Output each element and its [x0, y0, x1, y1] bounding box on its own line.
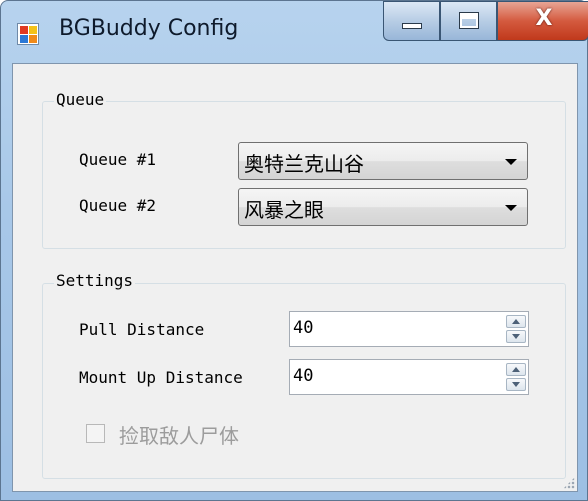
decrement-button[interactable]	[506, 378, 526, 391]
pull-distance-value: 40	[293, 318, 314, 338]
decrement-button[interactable]	[506, 330, 526, 343]
queue2-selected-value: 风暴之眼	[244, 198, 324, 222]
pull-distance-stepper[interactable]: 40	[289, 311, 529, 347]
arrow-up-icon	[512, 319, 520, 324]
config-window: BGBuddy Config X Queue Queue #1 奥特兰克山谷 Q…	[0, 0, 588, 501]
resize-grip-icon[interactable]	[563, 477, 575, 489]
queue2-dropdown[interactable]: 风暴之眼	[238, 188, 528, 226]
minimize-icon	[402, 23, 422, 29]
mount-up-distance-label: Mount Up Distance	[79, 368, 243, 387]
chevron-down-icon	[505, 159, 517, 165]
close-button[interactable]: X	[497, 1, 588, 41]
increment-button[interactable]	[506, 363, 526, 376]
settings-group-legend: Settings	[54, 271, 136, 290]
arrow-down-icon	[512, 334, 520, 339]
title-bar[interactable]: BGBuddy Config X	[1, 1, 588, 63]
queue1-dropdown[interactable]: 奥特兰克山谷	[238, 142, 528, 180]
minimize-button[interactable]	[383, 1, 440, 41]
pull-distance-label: Pull Distance	[79, 320, 205, 339]
chevron-down-icon	[505, 205, 517, 211]
increment-button[interactable]	[506, 315, 526, 328]
queue2-label: Queue #2	[79, 196, 157, 215]
loot-corpses-label: 捡取敌人尸体	[119, 424, 239, 448]
arrow-down-icon	[512, 382, 520, 387]
queue-group-legend: Queue	[54, 90, 107, 109]
queue1-selected-value: 奥特兰克山谷	[244, 152, 364, 176]
maximize-icon	[459, 12, 479, 29]
client-area: Queue Queue #1 奥特兰克山谷 Queue #2 风暴之眼 Sett…	[12, 63, 578, 492]
arrow-up-icon	[512, 367, 520, 372]
mount-up-distance-stepper[interactable]: 40	[289, 359, 529, 395]
loot-corpses-checkbox[interactable]	[86, 424, 105, 443]
app-logo-icon	[17, 23, 39, 45]
maximize-button[interactable]	[440, 1, 497, 41]
queue1-label: Queue #1	[79, 150, 157, 169]
mount-up-distance-value: 40	[293, 366, 314, 386]
window-title: BGBuddy Config	[59, 16, 239, 41]
close-icon: X	[535, 6, 553, 31]
